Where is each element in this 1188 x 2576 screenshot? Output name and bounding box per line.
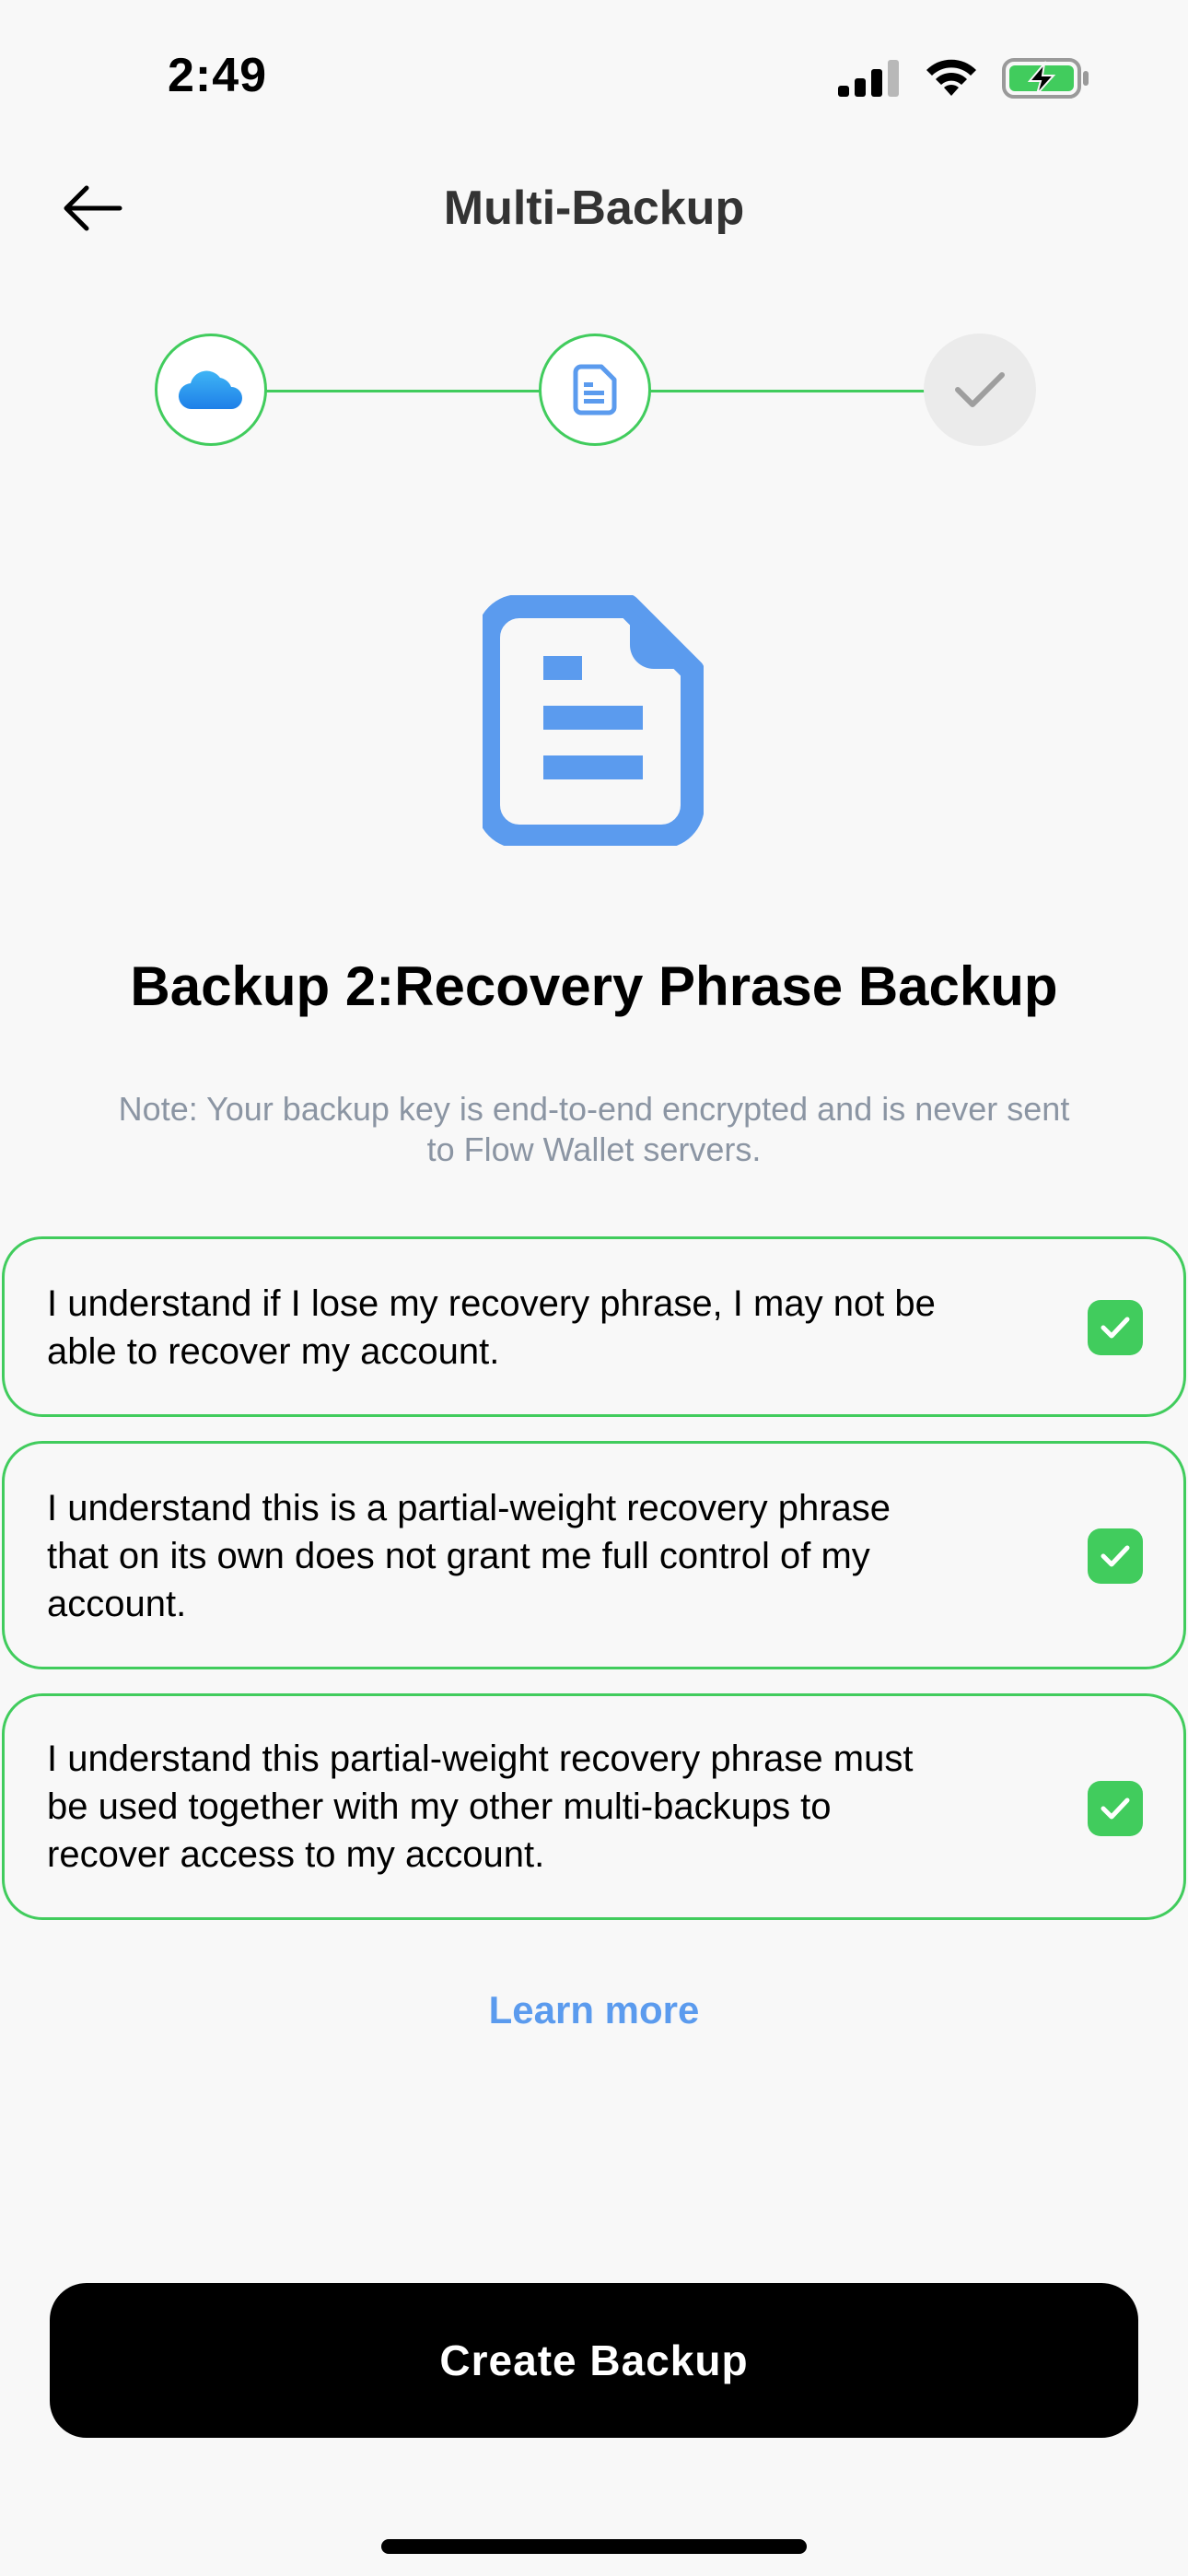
cellular-signal-icon	[838, 60, 899, 97]
wifi-icon	[926, 59, 976, 96]
check-icon	[1101, 1317, 1130, 1339]
backup-headline: Backup 2:Recovery Phrase Backup	[130, 955, 1058, 1017]
encryption-note: Note: Your backup key is end-to-end encr…	[118, 1090, 1070, 1168]
status-bar: 2:49	[0, 0, 1188, 157]
acknowledgement-item[interactable]: I understand this is a partial-weight re…	[2, 1441, 1186, 1669]
home-indicator[interactable]	[381, 2539, 807, 2554]
acknowledgement-text: I understand this partial-weight recover…	[47, 1739, 914, 1875]
acknowledgement-text: I understand this is a partial-weight re…	[47, 1488, 891, 1624]
stepper-connector-1	[265, 390, 540, 392]
step-icloud	[155, 334, 267, 446]
check-icon	[1101, 1545, 1130, 1567]
acknowledgement-checkbox[interactable]	[1088, 1528, 1143, 1584]
acknowledgement-item[interactable]: I understand if I lose my recovery phras…	[2, 1236, 1186, 1417]
step-recovery-phrase	[539, 334, 651, 446]
acknowledgement-text: I understand if I lose my recovery phras…	[47, 1283, 936, 1372]
learn-more-link[interactable]: Learn more	[0, 1988, 1188, 2032]
check-icon	[1101, 1797, 1130, 1820]
battery-charging-icon	[1002, 58, 1089, 99]
checkmark-icon	[955, 372, 1005, 407]
page-title: Multi-Backup	[443, 181, 745, 235]
icloud-icon	[178, 370, 242, 410]
acknowledgement-checkbox[interactable]	[1088, 1300, 1143, 1355]
stepper-connector-2	[650, 390, 925, 392]
acknowledgement-item[interactable]: I understand this partial-weight recover…	[2, 1693, 1186, 1920]
create-backup-button[interactable]: Create Backup	[50, 2283, 1138, 2438]
step-complete	[924, 334, 1036, 446]
acknowledgement-checkbox[interactable]	[1088, 1781, 1143, 1836]
status-icons	[838, 57, 1090, 100]
backup-stepper	[0, 334, 1188, 448]
document-icon	[573, 364, 617, 416]
status-time: 2:49	[168, 49, 268, 102]
document-illustration-icon	[483, 595, 704, 846]
